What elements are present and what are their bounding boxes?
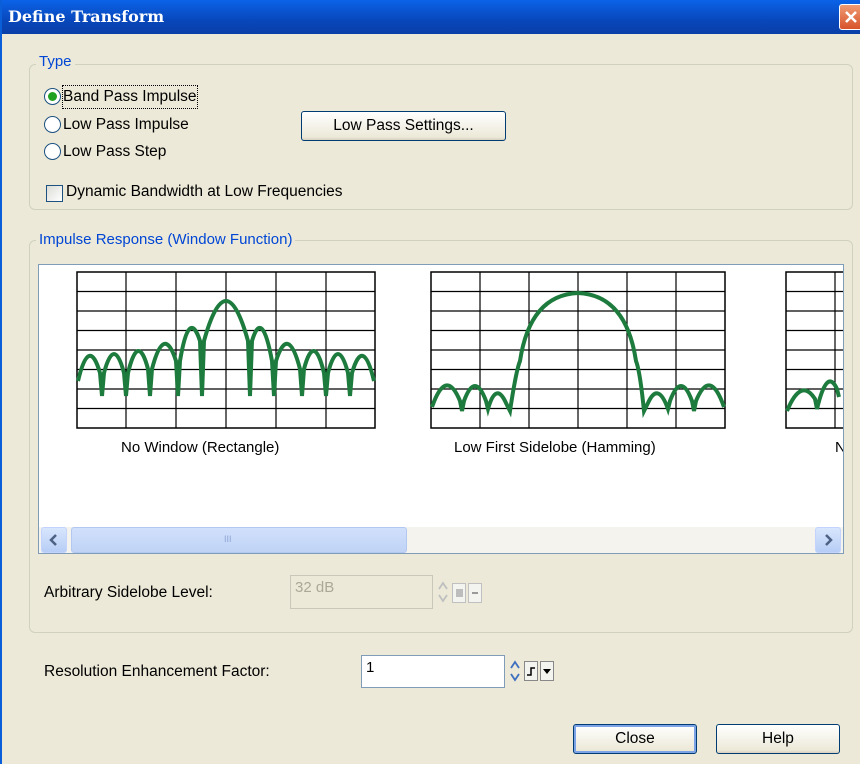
window-function-gallery: No Window (Rectangle) Low First Sidelobe… (38, 264, 844, 554)
dynamic-bandwidth-checkbox[interactable] (46, 185, 63, 202)
radio-indicator[interactable] (44, 143, 61, 160)
partial-window-plot (785, 271, 843, 429)
type-group-label: Type (36, 53, 75, 70)
resolution-step-button[interactable] (524, 661, 538, 681)
hamming-window-plot (430, 271, 726, 429)
help-button[interactable]: Help (716, 724, 840, 754)
close-button[interactable]: Close (573, 724, 697, 754)
radio-label: Band Pass Impulse (62, 85, 198, 109)
rectangle-window-plot (76, 271, 376, 429)
gallery-horizontal-scrollbar[interactable]: III (39, 527, 843, 553)
arbitrary-sidelobe-spinner[interactable] (437, 577, 449, 607)
define-transform-dialog: Define Transform Type Band Pass Impulse … (0, 0, 860, 764)
arbitrary-sidelobe-step-button[interactable] (452, 583, 466, 603)
impulse-response-group-label: Impulse Response (Window Function) (36, 231, 296, 248)
spinner-arrows-icon (438, 581, 448, 603)
step-size-icon (456, 589, 463, 597)
scroll-right-button[interactable] (815, 527, 841, 553)
scroll-thumb[interactable]: III (71, 527, 407, 553)
resolution-dropdown[interactable] (540, 661, 554, 681)
window-option-partial[interactable] (785, 271, 843, 434)
resolution-enhancement-spinner[interactable] (509, 656, 521, 686)
arbitrary-sidelobe-label: Arbitrary Sidelobe Level: (44, 584, 213, 601)
arbitrary-sidelobe-dropdown[interactable] (468, 583, 482, 603)
radio-label: Low Pass Step (63, 143, 167, 160)
radio-indicator-checked[interactable] (44, 88, 61, 105)
close-icon (845, 11, 857, 23)
radio-indicator[interactable] (44, 116, 61, 133)
window-title: Define Transform (8, 7, 165, 26)
window-close-button[interactable] (839, 4, 860, 30)
dash-icon (472, 592, 478, 594)
chevron-left-icon (49, 534, 57, 546)
dynamic-bandwidth-label: Dynamic Bandwidth at Low Frequencies (66, 183, 343, 200)
chevron-right-icon (825, 534, 833, 546)
low-pass-settings-button[interactable]: Low Pass Settings... (301, 111, 506, 141)
scroll-thumb-grip: III (224, 534, 232, 544)
title-bar: Define Transform (2, 0, 860, 34)
spinner-arrows-icon (510, 660, 520, 682)
scroll-left-button[interactable] (41, 527, 67, 553)
caret-down-icon (543, 669, 551, 674)
radio-label: Low Pass Impulse (63, 116, 189, 133)
window-option-rectangle[interactable] (76, 271, 376, 434)
hamming-window-caption: Low First Sidelobe (Hamming) (454, 439, 656, 456)
partial-window-caption: N (835, 439, 843, 456)
rectangle-window-caption: No Window (Rectangle) (121, 439, 280, 456)
step-size-icon (527, 667, 535, 676)
resolution-enhancement-input[interactable]: 1 (361, 655, 505, 688)
arbitrary-sidelobe-input[interactable]: 32 dB (290, 575, 433, 609)
resolution-enhancement-label: Resolution Enhancement Factor: (44, 663, 270, 680)
window-option-hamming[interactable] (430, 271, 726, 434)
